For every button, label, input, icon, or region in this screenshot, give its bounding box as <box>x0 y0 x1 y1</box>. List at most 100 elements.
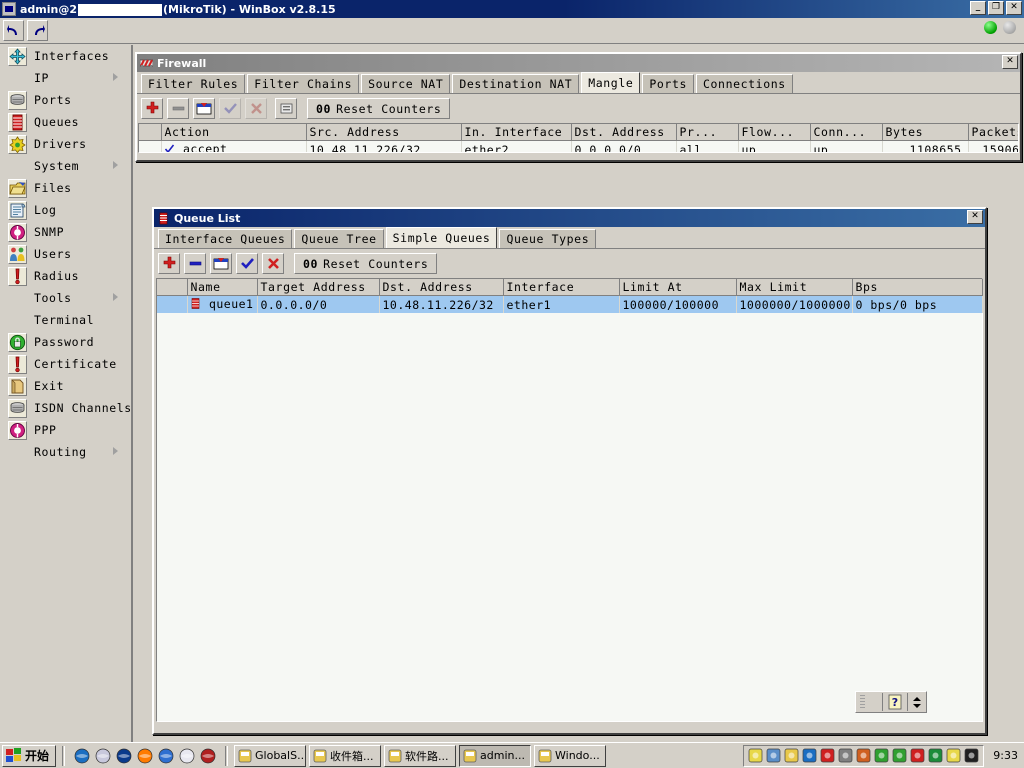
firewall-column-header[interactable]: Flow... <box>738 124 811 141</box>
excel-icon[interactable] <box>928 748 943 763</box>
restore-button[interactable]: ❐ <box>988 1 1004 15</box>
firewall-remove-button[interactable] <box>167 98 189 119</box>
netscape-icon[interactable] <box>116 748 132 764</box>
queue-column-header[interactable]: Target Address <box>257 279 380 296</box>
flashget-icon[interactable] <box>910 748 925 763</box>
sidebar-item-tools[interactable]: Tools <box>0 287 131 309</box>
firewall-tab-ports[interactable]: Ports <box>642 74 694 93</box>
sidebar-item-drivers[interactable]: Drivers <box>0 133 131 155</box>
firewall-tab-filter-rules[interactable]: Filter Rules <box>141 74 246 93</box>
firewall-tab-filter-chains[interactable]: Filter Chains <box>247 74 360 93</box>
volume-icon[interactable] <box>748 748 763 763</box>
sidebar-item-terminal[interactable]: Terminal <box>0 309 131 331</box>
firewall-table-row[interactable]: accept 10.48.11.226/32 ether2 0.0.0.0/0 all u… <box>139 140 1018 152</box>
sidebar-item-ppp[interactable]: PPP <box>0 419 131 441</box>
start-button[interactable]: 开始 <box>2 744 57 767</box>
firewall-tab-destination-nat[interactable]: Destination NAT <box>452 74 580 93</box>
mail-icon[interactable] <box>158 748 174 764</box>
sidebar-item-interfaces[interactable]: Interfaces <box>0 45 131 67</box>
queue-disable-button[interactable] <box>262 253 284 274</box>
zip-icon[interactable] <box>838 748 853 763</box>
queue-column-header[interactable]: Interface <box>503 279 620 296</box>
sidebar-item-ports[interactable]: Ports <box>0 89 131 111</box>
queue-comment-button[interactable] <box>210 253 232 274</box>
resize-grip[interactable] <box>856 692 882 712</box>
sidebar-item-radius[interactable]: Radius <box>0 265 131 287</box>
sidebar-item-routing[interactable]: Routing <box>0 441 131 463</box>
sidebar-item-password[interactable]: Password <box>0 331 131 353</box>
notepad-icon[interactable] <box>179 748 195 764</box>
firewall-titlebar[interactable]: Firewall ✕ <box>137 54 1020 72</box>
queue-spinner[interactable] <box>908 692 926 712</box>
firewall-column-header[interactable]: Conn... <box>810 124 883 141</box>
firewall-column-header[interactable]: Pr... <box>676 124 739 141</box>
firewall-tab-source-nat[interactable]: Source NAT <box>361 74 451 93</box>
queue-enable-button[interactable] <box>236 253 258 274</box>
firewall-disable-button[interactable] <box>245 98 267 119</box>
queue-tab-simple-queues[interactable]: Simple Queues <box>385 227 498 248</box>
firewall-comment-button[interactable] <box>193 98 215 119</box>
firewall-reset-counters-button[interactable]: 00 Reset Counters <box>307 98 451 119</box>
queue-column-header[interactable]: Name <box>187 279 258 296</box>
updater-icon[interactable] <box>892 748 907 763</box>
globe-icon[interactable] <box>874 748 889 763</box>
redo-button[interactable] <box>27 20 48 41</box>
sidebar-item-ip[interactable]: IP <box>0 67 131 89</box>
network-icon[interactable] <box>766 748 781 763</box>
firewall-column-header[interactable]: Dst. Address <box>571 124 677 141</box>
firewall-enable-button[interactable] <box>219 98 241 119</box>
shutdown-icon[interactable] <box>200 748 216 764</box>
sidebar-item-certificate[interactable]: Certificate <box>0 353 131 375</box>
queue-tab-queue-types[interactable]: Queue Types <box>499 229 597 248</box>
queue-tab-interface-queues[interactable]: Interface Queues <box>158 229 293 248</box>
sidebar-item-log[interactable]: Log <box>0 199 131 221</box>
queue-reset-counters-button[interactable]: 00 Reset Counters <box>294 253 438 274</box>
queue-titlebar[interactable]: Queue List ✕ <box>154 209 985 227</box>
realplayer-icon[interactable] <box>820 748 835 763</box>
firewall-close-button[interactable]: ✕ <box>1002 55 1018 69</box>
sidebar-item-system[interactable]: System <box>0 155 131 177</box>
taskbar-item-0[interactable]: GlobalS... <box>234 744 307 767</box>
close-button[interactable]: ✕ <box>1006 1 1022 15</box>
firewall-column-header[interactable]: Action <box>161 124 307 141</box>
internet-explorer-icon[interactable] <box>74 748 90 764</box>
firewall-tab-mangle[interactable]: Mangle <box>581 72 641 93</box>
firewall-add-button[interactable] <box>141 98 163 119</box>
taskbar-item-2[interactable]: 软件路... <box>384 744 457 767</box>
help-button[interactable]: ? <box>883 692 907 712</box>
queue-column-header[interactable]: Bps <box>852 279 983 296</box>
queue-tab-queue-tree[interactable]: Queue Tree <box>294 229 384 248</box>
taskbar-item-1[interactable]: 收件箱... <box>309 744 382 767</box>
queue-remove-button[interactable] <box>184 253 206 274</box>
sidebar-item-files[interactable]: Files <box>0 177 131 199</box>
media-player-icon[interactable] <box>137 748 153 764</box>
firewall-tab-connections[interactable]: Connections <box>696 74 793 93</box>
sidebar-item-exit[interactable]: Exit <box>0 375 131 397</box>
warning-icon[interactable] <box>946 748 961 763</box>
taskbar-item-4[interactable]: Windo... <box>534 744 607 767</box>
shield-icon[interactable] <box>802 748 817 763</box>
queue-add-button[interactable] <box>158 253 180 274</box>
queue-column-header[interactable]: Dst. Address <box>379 279 504 296</box>
qq-icon[interactable] <box>964 748 979 763</box>
sidebar-menu: Interfaces IP Ports Queues Drivers System File… <box>0 45 133 742</box>
sidebar-item-snmp[interactable]: SNMP <box>0 221 131 243</box>
antivirus-icon[interactable] <box>856 748 871 763</box>
outlook-express-icon[interactable] <box>95 748 111 764</box>
taskbar-item-3[interactable]: admin... <box>459 744 532 767</box>
queue-close-button[interactable]: ✕ <box>967 210 983 224</box>
firewall-column-header[interactable]: Packets <box>968 124 1018 141</box>
firewall-column-header[interactable]: Src. Address <box>306 124 462 141</box>
minimize-button[interactable]: _ <box>970 1 986 15</box>
queue-column-header[interactable]: Max Limit <box>736 279 853 296</box>
queue-column-header[interactable]: Limit At <box>619 279 737 296</box>
firewall-column-header[interactable]: In. Interface <box>461 124 572 141</box>
undo-button[interactable] <box>3 20 24 41</box>
sidebar-item-isdn-channels[interactable]: ISDN Channels <box>0 397 131 419</box>
firewall-copy-button[interactable] <box>275 98 297 119</box>
sidebar-item-queues[interactable]: Queues <box>0 111 131 133</box>
sidebar-item-users[interactable]: Users <box>0 243 131 265</box>
queue-table-row[interactable]: queue1 0.0.0.0/0 10.48.11.226/32 ether1 1000… <box>157 295 983 313</box>
display-icon[interactable] <box>784 748 799 763</box>
firewall-column-header[interactable]: Bytes <box>882 124 969 141</box>
